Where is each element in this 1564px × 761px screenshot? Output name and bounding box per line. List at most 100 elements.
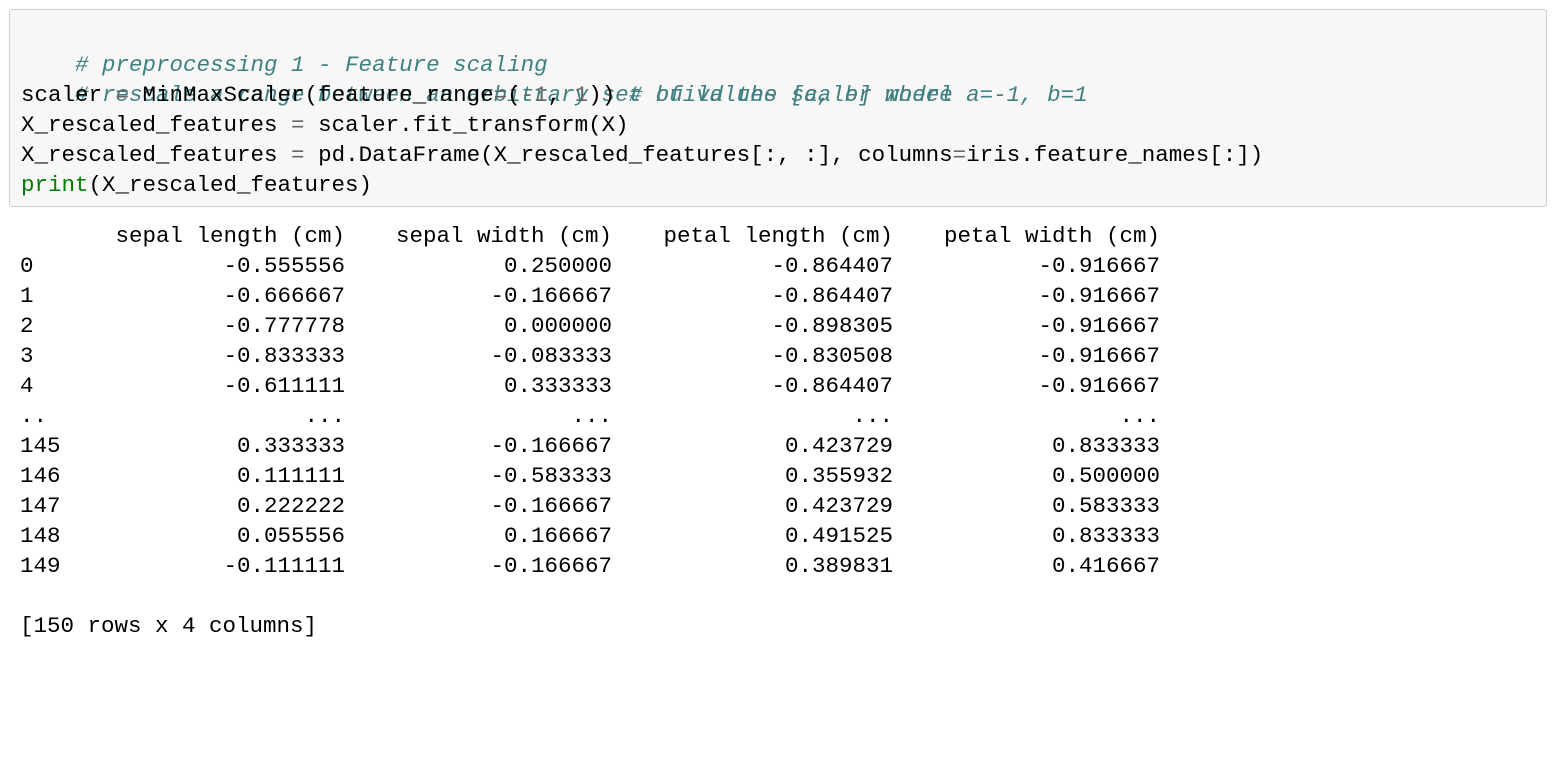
row-index: 147 (20, 493, 61, 519)
column-header: sepal width (cm) (395, 223, 612, 249)
code-operator: = (952, 142, 967, 168)
table-cell: 0.055556 (236, 523, 345, 549)
table-row: 0 -0.555556 0.250000 -0.864407 -0.916667 (20, 251, 1160, 281)
table-row: 4 -0.611111 0.333333 -0.864407 -0.916667 (20, 371, 1160, 401)
table-row: 146 0.111111 -0.583333 0.355932 0.500000 (20, 461, 1160, 491)
code-operator: - (520, 82, 535, 108)
table-cell: 0.416667 (1051, 553, 1160, 579)
row-index: 146 (20, 463, 61, 489)
table-cell: -0.083333 (490, 343, 612, 369)
code-text: scaler.fit_transform(X) (304, 112, 629, 138)
row-index: 145 (20, 433, 61, 459)
table-cell: -0.166667 (490, 433, 612, 459)
table-header: sepal length (cm) sepal width (cm) petal… (20, 221, 1160, 251)
table-cell: 0.333333 (236, 433, 345, 459)
code-text: )) (588, 82, 629, 108)
table-cell: 0.250000 (503, 253, 612, 279)
row-index: 148 (20, 523, 61, 549)
code-text: (X_rescaled_features) (88, 172, 373, 198)
table-cell: -0.611111 (223, 373, 345, 399)
table-cell: -0.830508 (771, 343, 893, 369)
row-index: 2 (20, 313, 34, 339)
table-row: 148 0.055556 0.166667 0.491525 0.833333 (20, 521, 1160, 551)
code-text: X_rescaled_features (21, 142, 292, 168)
code-line-3: scaler = MinMaxScaler(feature_range=(-1,… (21, 80, 953, 110)
table-cell: ... (571, 403, 612, 429)
code-line-4: X_rescaled_features = scaler.fit_transfo… (21, 110, 629, 140)
table-cell: 0.423729 (784, 493, 893, 519)
code-line-2: # rescale a range between an arbitrary s… (21, 50, 1088, 108)
table-cell: 0.333333 (503, 373, 612, 399)
table-cell: 0.833333 (1051, 523, 1160, 549)
row-index: 0 (20, 253, 34, 279)
table-cell: -0.111111 (223, 553, 345, 579)
code-text: pd.DataFrame(X_rescaled_features[:, :], … (304, 142, 953, 168)
table-cell: -0.583333 (490, 463, 612, 489)
code-operator: = (115, 82, 130, 108)
table-cell: -0.916667 (1038, 313, 1160, 339)
table-cell: -0.166667 (490, 553, 612, 579)
code-text: X_rescaled_features (21, 112, 292, 138)
code-operator: = (493, 82, 508, 108)
row-index: 1 (20, 283, 34, 309)
row-index: 3 (20, 343, 34, 369)
table-cell: 0.111111 (236, 463, 345, 489)
table-cell: -0.777778 (223, 313, 345, 339)
row-index: 149 (20, 553, 61, 579)
table-cell: 0.833333 (1051, 433, 1160, 459)
table-cell: -0.864407 (771, 253, 893, 279)
column-header: petal width (cm) (943, 223, 1160, 249)
column-header: petal length (cm) (663, 223, 893, 249)
table-cell: 0.166667 (503, 523, 612, 549)
table-cell: -0.916667 (1038, 343, 1160, 369)
table-cell: 0.500000 (1051, 463, 1160, 489)
table-cell: -0.833333 (223, 343, 345, 369)
row-index: 4 (20, 373, 34, 399)
table-cell: 0.355932 (784, 463, 893, 489)
table-cell: 0.222222 (236, 493, 345, 519)
table-cell: 0.583333 (1051, 493, 1160, 519)
code-text: MinMaxScaler(feature_range (129, 82, 494, 108)
table-cell: 0.000000 (503, 313, 612, 339)
table-row-ellipsis: .. ... ... ... ... (20, 401, 1160, 431)
table-cell: -0.916667 (1038, 253, 1160, 279)
table-cell: -0.916667 (1038, 283, 1160, 309)
table-cell: -0.555556 (223, 253, 345, 279)
table-cell: 0.389831 (784, 553, 893, 579)
table-cell: ... (1119, 403, 1160, 429)
table-cell: -0.916667 (1038, 373, 1160, 399)
table-row: 2 -0.777778 0.000000 -0.898305 -0.916667 (20, 311, 1160, 341)
table-cell: -0.864407 (771, 283, 893, 309)
code-comment: # build the scaler model (628, 82, 953, 108)
column-header: sepal length (cm) (115, 223, 345, 249)
table-cell: ... (852, 403, 893, 429)
cell-output: sepal length (cm) sepal width (cm) petal… (20, 221, 1160, 581)
table-row: 149 -0.111111 -0.166667 0.389831 0.41666… (20, 551, 1160, 581)
code-line-6: print(X_rescaled_features) (21, 170, 372, 200)
code-operator: = (291, 142, 305, 168)
table-row: 145 0.333333 -0.166667 0.423729 0.833333 (20, 431, 1160, 461)
code-cell[interactable]: # preprocessing 1 - Feature scaling # re… (9, 9, 1547, 207)
code-line-5: X_rescaled_features = pd.DataFrame(X_res… (21, 140, 1263, 170)
row-index: .. (20, 403, 48, 429)
code-text: iris.feature_names[:]) (966, 142, 1264, 168)
code-number: 1 (574, 82, 589, 108)
output-summary: [150 rows x 4 columns] (20, 613, 318, 639)
table-cell: -0.166667 (490, 283, 612, 309)
table-cell: -0.898305 (771, 313, 893, 339)
code-operator: = (291, 112, 305, 138)
code-text: ( (507, 82, 521, 108)
table-row: 147 0.222222 -0.166667 0.423729 0.583333 (20, 491, 1160, 521)
code-text: scaler (21, 82, 116, 108)
table-cell: -0.666667 (223, 283, 345, 309)
code-number: 1 (534, 82, 548, 108)
table-cell: ... (304, 403, 345, 429)
table-cell: 0.491525 (784, 523, 893, 549)
table-cell: -0.864407 (771, 373, 893, 399)
code-line-1: # preprocessing 1 - Feature scaling (21, 20, 548, 78)
table-cell: 0.423729 (784, 433, 893, 459)
table-cell: -0.166667 (490, 493, 612, 519)
code-builtin: print (21, 172, 89, 198)
code-text: , (547, 82, 575, 108)
table-row: 3 -0.833333 -0.083333 -0.830508 -0.91666… (20, 341, 1160, 371)
